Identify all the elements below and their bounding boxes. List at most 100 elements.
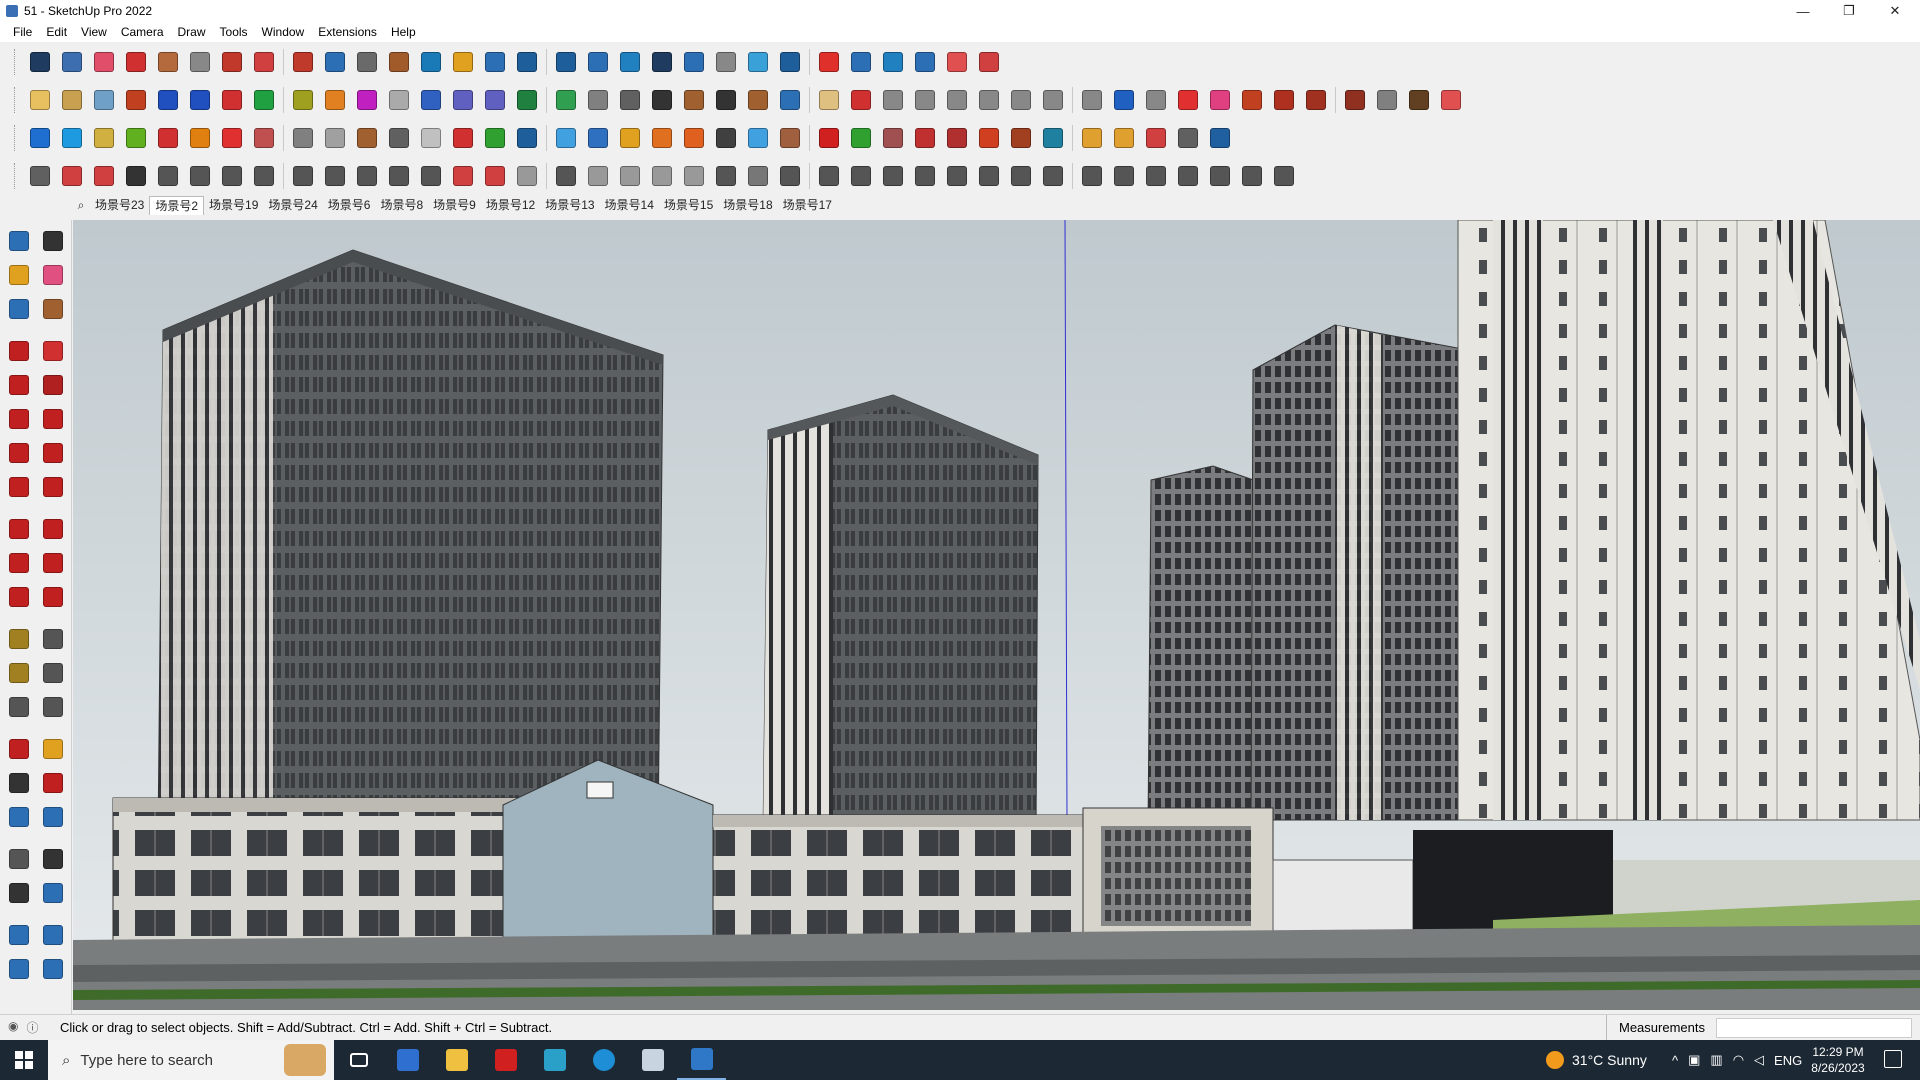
menu-file[interactable]: File — [6, 22, 39, 42]
toolbar-row4-button-38[interactable] — [1268, 161, 1300, 191]
toolbar-row1-button-10[interactable] — [351, 47, 383, 77]
toolbar-row2-button-2[interactable] — [88, 85, 120, 115]
toolbar-row4-button-27[interactable] — [909, 161, 941, 191]
toolbar-row4-button-2[interactable] — [88, 161, 120, 191]
toolbar-row3-button-27[interactable] — [909, 123, 941, 153]
toolbar-row3-button-18[interactable] — [614, 123, 646, 153]
toolbar-row4-button-26[interactable] — [877, 161, 909, 191]
toolbar-row2-button-7[interactable] — [248, 85, 280, 115]
toolbar-row2-button-3[interactable] — [120, 85, 152, 115]
toolbar-row4-button-22[interactable] — [742, 161, 774, 191]
offset-icon[interactable] — [38, 582, 68, 612]
circle-icon[interactable] — [4, 404, 34, 434]
toolbar-row2-button-8[interactable] — [287, 85, 319, 115]
taskbar-app-sketchup[interactable] — [677, 1040, 726, 1080]
toolbar-row2-button-35[interactable] — [1172, 85, 1204, 115]
toolbar-row3-button-34[interactable] — [1140, 123, 1172, 153]
walk-icon[interactable] — [4, 878, 34, 908]
task-view-button[interactable] — [334, 1040, 383, 1080]
notifications-icon[interactable] — [1884, 1050, 1902, 1068]
toolbar-row2-button-19[interactable] — [646, 85, 678, 115]
sandbox-2-icon[interactable] — [38, 920, 68, 950]
toolbar-row4-button-37[interactable] — [1236, 161, 1268, 191]
toolbar-row4-button-1[interactable] — [56, 161, 88, 191]
toolbar-row2-button-42[interactable] — [1403, 85, 1435, 115]
scene-tab[interactable]: 场景号19 — [204, 196, 263, 214]
dimension-icon[interactable] — [38, 624, 68, 654]
toolbar-row4-button-10[interactable] — [351, 161, 383, 191]
toolbar-row4-button-15[interactable] — [511, 161, 543, 191]
scene-tab[interactable]: 场景号13 — [540, 196, 599, 214]
3d-text-icon[interactable] — [38, 692, 68, 722]
scene-tab-active[interactable]: 场景号2 — [149, 195, 205, 215]
push-pull-icon[interactable] — [38, 514, 68, 544]
menu-edit[interactable]: Edit — [39, 22, 74, 42]
zoom-window-icon[interactable] — [38, 768, 68, 798]
toolbar-row4-button-17[interactable] — [582, 161, 614, 191]
toolbar-row2-button-13[interactable] — [447, 85, 479, 115]
toolbar-row4-button-35[interactable] — [1172, 161, 1204, 191]
start-button[interactable] — [0, 1040, 48, 1080]
toolbar-row1-button-29[interactable] — [973, 47, 1005, 77]
axes-icon[interactable] — [4, 692, 34, 722]
text-icon[interactable] — [38, 658, 68, 688]
freehand-icon[interactable] — [38, 336, 68, 366]
rotated-rect-icon[interactable] — [38, 370, 68, 400]
toolbar-row4-button-13[interactable] — [447, 161, 479, 191]
position-camera-icon[interactable] — [4, 844, 34, 874]
toolbar-row3-button-4[interactable] — [152, 123, 184, 153]
toolbar-grip[interactable] — [14, 163, 18, 189]
taskbar-app-explorer[interactable] — [432, 1040, 481, 1080]
prev-view-icon[interactable] — [38, 802, 68, 832]
polygon-icon[interactable] — [38, 404, 68, 434]
toolbar-row3-button-33[interactable] — [1108, 123, 1140, 153]
toolbar-row3-button-5[interactable] — [184, 123, 216, 153]
menu-extensions[interactable]: Extensions — [311, 22, 384, 42]
toolbar-row3-button-29[interactable] — [973, 123, 1005, 153]
toolbar-row3-button-25[interactable] — [845, 123, 877, 153]
arc-3pt-icon[interactable] — [4, 472, 34, 502]
toolbar-row1-button-24[interactable] — [813, 47, 845, 77]
toolbar-row3-button-17[interactable] — [582, 123, 614, 153]
toolbar-grip[interactable] — [14, 87, 18, 113]
toolbar-row2-button-37[interactable] — [1236, 85, 1268, 115]
toolbar-row3-button-1[interactable] — [56, 123, 88, 153]
toolbar-row4-button-16[interactable] — [550, 161, 582, 191]
toolbar-row4-button-19[interactable] — [646, 161, 678, 191]
meet-now-icon[interactable]: ▣ — [1688, 1052, 1700, 1068]
toolbar-row1-button-14[interactable] — [479, 47, 511, 77]
toolbar-row4-button-4[interactable] — [152, 161, 184, 191]
toolbar-row4-button-20[interactable] — [678, 161, 710, 191]
toolbar-row1-button-13[interactable] — [447, 47, 479, 77]
toolbar-row3-button-36[interactable] — [1204, 123, 1236, 153]
toolbar-row2-button-33[interactable] — [1108, 85, 1140, 115]
move-icon[interactable] — [4, 514, 34, 544]
language-indicator[interactable]: ENG — [1774, 1053, 1802, 1068]
toolbar-row4-button-18[interactable] — [614, 161, 646, 191]
toolbar-row4-button-32[interactable] — [1076, 161, 1108, 191]
toolbar-row4-button-0[interactable] — [24, 161, 56, 191]
toolbar-row2-button-28[interactable] — [941, 85, 973, 115]
scene-tab[interactable]: 场景号23 — [90, 196, 149, 214]
toolbar-row3-button-19[interactable] — [646, 123, 678, 153]
toolbar-row1-button-26[interactable] — [877, 47, 909, 77]
toolbar-row4-button-7[interactable] — [248, 161, 280, 191]
orbit-icon[interactable] — [38, 226, 68, 256]
clock[interactable]: 12:29 PM 8/26/2023 — [1800, 1044, 1876, 1076]
pencil-icon[interactable] — [4, 336, 34, 366]
toolbar-row2-button-14[interactable] — [479, 85, 511, 115]
sandbox-3-icon[interactable] — [4, 954, 34, 984]
toolbar-row2-button-16[interactable] — [550, 85, 582, 115]
toolbar-row2-button-39[interactable] — [1300, 85, 1332, 115]
toolbar-row1-button-12[interactable] — [415, 47, 447, 77]
toolbar-row4-button-34[interactable] — [1140, 161, 1172, 191]
toolbar-row1-button-18[interactable] — [614, 47, 646, 77]
toolbar-row1-button-9[interactable] — [319, 47, 351, 77]
taskbar-app-layout[interactable] — [628, 1040, 677, 1080]
toolbar-row3-button-23[interactable] — [774, 123, 806, 153]
toolbar-row2-button-24[interactable] — [813, 85, 845, 115]
orbit-view-icon[interactable] — [4, 734, 34, 764]
toolbar-row1-button-5[interactable] — [184, 47, 216, 77]
toolbar-row2-button-32[interactable] — [1076, 85, 1108, 115]
toolbar-row2-button-9[interactable] — [319, 85, 351, 115]
